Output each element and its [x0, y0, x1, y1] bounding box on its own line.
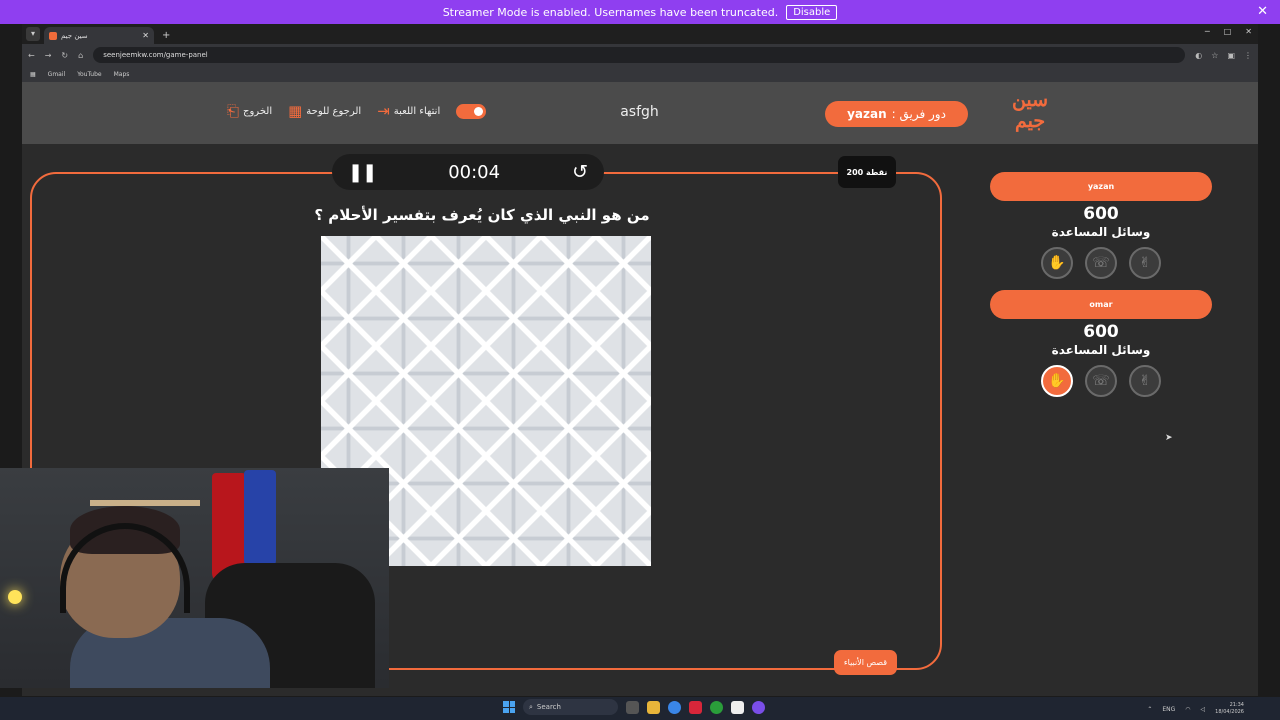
- hand-icon[interactable]: ✋: [1041, 365, 1073, 397]
- new-tab-icon[interactable]: +: [162, 30, 170, 41]
- extension-icon[interactable]: ▣: [1227, 51, 1235, 60]
- tab-strip: ▾ سين جيم ✕ + ─ □ ✕: [22, 24, 1258, 44]
- bookmark-youtube[interactable]: YouTube: [77, 71, 101, 78]
- chrome-icon[interactable]: [668, 700, 681, 714]
- media-icon[interactable]: [689, 700, 702, 714]
- windows-start-icon[interactable]: [503, 701, 515, 713]
- two-fingers-icon[interactable]: ✌: [1129, 365, 1161, 397]
- window-close-icon[interactable]: ✕: [1245, 27, 1252, 36]
- webcam-shelf: [90, 500, 200, 506]
- streamer-mode-banner: Streamer Mode is enabled. Usernames have…: [0, 0, 1280, 24]
- taskbar-search[interactable]: ⌕ Search: [523, 699, 618, 715]
- exit-button[interactable]: ⎗ الخروج: [227, 103, 272, 119]
- game-name: asfgh: [620, 104, 659, 120]
- forward-icon[interactable]: →: [45, 51, 52, 60]
- browser-tab[interactable]: سين جيم ✕: [44, 27, 154, 44]
- app-icon[interactable]: [752, 700, 765, 714]
- bookmark-maps[interactable]: Maps: [114, 71, 130, 78]
- clock-date: 18/04/2026: [1215, 709, 1244, 715]
- team-card-omar: omar 600 وسائل المساعدة ✋ ☏ ✌: [990, 290, 1212, 397]
- aids-label: وسائل المساعدة: [1051, 343, 1151, 357]
- back-to-board-label: الرجوع للوحة: [306, 105, 362, 117]
- window-controls: ─ □ ✕: [1205, 27, 1252, 36]
- game-toggle[interactable]: [456, 103, 487, 119]
- address-bar[interactable]: seenjeemkw.com/game-panel: [93, 47, 1186, 63]
- end-game-label: انتهاء اللعبة: [393, 105, 441, 117]
- back-to-board-button[interactable]: ▦ الرجوع للوحة: [288, 103, 361, 119]
- phone-icon[interactable]: ☏: [1085, 365, 1117, 397]
- bookmarks-bar: ▦ Gmail YouTube Maps: [22, 66, 1258, 82]
- team-name-bar: omar: [990, 290, 1212, 319]
- bookmark-gmail[interactable]: Gmail: [48, 71, 66, 78]
- favicon-icon: [49, 31, 57, 40]
- tab-close-icon[interactable]: ✕: [142, 31, 149, 40]
- category-badge: قصص الأنبياء: [834, 650, 897, 675]
- taskbar-center: ⌕ Search: [503, 699, 765, 715]
- minimize-icon[interactable]: ─: [1205, 27, 1210, 36]
- clock-time: 21:34: [1229, 702, 1244, 708]
- incognito-icon[interactable]: ◐: [1195, 51, 1202, 60]
- game-header: سين جيم دور فريق : yazan asfgh ⎗ الخروج …: [22, 82, 1258, 144]
- home-icon[interactable]: ⌂: [78, 51, 83, 60]
- search-label: Search: [536, 703, 561, 711]
- exit-label: الخروج: [243, 105, 273, 117]
- browser-toolbar: ← → ↻ ⌂ seenjeemkw.com/game-panel ◐ ☆ ▣ …: [22, 44, 1258, 66]
- webcam-light: [8, 590, 22, 604]
- turn-label: دور فريق :: [891, 107, 946, 121]
- aids-label: وسائل المساعدة: [1051, 225, 1151, 239]
- logo-line-2: جيم: [1014, 110, 1046, 132]
- tray-chevron-icon[interactable]: ⌃: [1147, 706, 1152, 713]
- clock[interactable]: 21:34 18/04/2026: [1215, 702, 1244, 716]
- reset-timer-icon[interactable]: ↺: [572, 161, 588, 183]
- turn-team-name: yazan: [847, 107, 887, 121]
- reload-icon[interactable]: ↻: [61, 51, 68, 60]
- webcam-jersey-blue: [244, 470, 276, 570]
- file-explorer-icon[interactable]: [647, 700, 660, 714]
- system-tray: ⌃ ENG ◠ ◁ 21:34 18/04/2026: [1147, 702, 1244, 716]
- arrow-exit-icon: ⇥: [377, 102, 390, 120]
- team-card-yazan: yazan 600 وسائل المساعدة ✋ ☏ ✌: [990, 172, 1212, 279]
- banner-text: Streamer Mode is enabled. Usernames have…: [442, 5, 779, 19]
- question-text: من هو النبي الذي كان يُعرف بتفسير الأحلا…: [314, 206, 650, 224]
- volume-icon[interactable]: ◁: [1201, 706, 1206, 713]
- logo[interactable]: سين جيم: [1004, 90, 1056, 136]
- tab-search-icon[interactable]: ▾: [26, 27, 40, 41]
- back-icon[interactable]: ←: [28, 51, 35, 60]
- xbox-icon[interactable]: [710, 700, 723, 714]
- star-icon[interactable]: ☆: [1211, 51, 1218, 60]
- task-view-icon[interactable]: [626, 700, 639, 714]
- apps-icon[interactable]: ▦: [30, 71, 36, 78]
- current-turn-badge: دور فريق : yazan: [825, 101, 968, 127]
- language-indicator[interactable]: ENG: [1162, 706, 1175, 713]
- store-icon[interactable]: [731, 700, 744, 714]
- pause-icon[interactable]: ❚❚: [348, 162, 377, 183]
- team-score: 600: [1083, 322, 1119, 342]
- team-score: 600: [1083, 204, 1119, 224]
- maximize-icon[interactable]: □: [1224, 27, 1232, 36]
- logo-line-1: سين: [1011, 89, 1049, 111]
- timer-bar: ❚❚ 00:04 ↺: [332, 154, 604, 190]
- two-fingers-icon[interactable]: ✌: [1129, 247, 1161, 279]
- search-icon: ⌕: [529, 702, 533, 711]
- menu-icon[interactable]: ⋮: [1244, 51, 1252, 60]
- disable-button[interactable]: Disable: [786, 4, 838, 20]
- aids-row: ✋ ☏ ✌: [990, 247, 1212, 279]
- team-name-bar: yazan: [990, 172, 1212, 201]
- timer-display: 00:04: [448, 161, 501, 183]
- aids-row: ✋ ☏ ✌: [990, 365, 1212, 397]
- header-nav: ⎗ الخروج ▦ الرجوع للوحة ⇥ انتهاء اللعبة: [227, 103, 487, 119]
- wifi-icon[interactable]: ◠: [1185, 706, 1190, 713]
- end-game-button[interactable]: ⇥ انتهاء اللعبة: [377, 103, 440, 119]
- tab-title: سين جيم: [61, 31, 88, 40]
- exit-icon: ⎗: [227, 102, 240, 120]
- webcam-overlay: [0, 468, 389, 688]
- phone-icon[interactable]: ☏: [1085, 247, 1117, 279]
- grid-icon: ▦: [288, 102, 303, 120]
- taskbar: ⌕ Search ⌃ ENG ◠ ◁ 21:34 18/04/2026: [0, 697, 1280, 720]
- hand-icon[interactable]: ✋: [1041, 247, 1073, 279]
- mouse-cursor-icon: ➤: [1165, 433, 1173, 443]
- url-text: seenjeemkw.com/game-panel: [103, 51, 208, 59]
- close-icon[interactable]: ✕: [1257, 4, 1268, 19]
- points-badge: 200 نقطة: [838, 156, 896, 188]
